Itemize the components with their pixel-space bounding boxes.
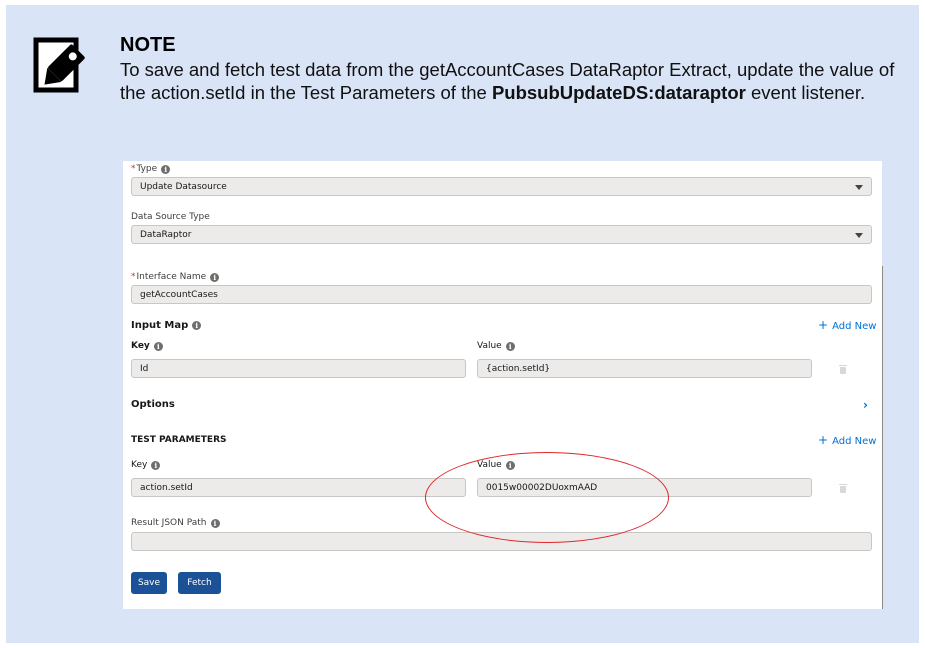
input-map-add-new-button[interactable]: + Add New <box>818 318 876 332</box>
data-source-type-select[interactable]: DataRaptor <box>131 225 872 244</box>
interface-name-label: *Interface Name i <box>131 272 220 282</box>
input-map-key-header: Key i <box>131 341 163 351</box>
note-text: To save and fetch test data from the get… <box>120 59 895 103</box>
chevron-down-icon <box>855 185 863 190</box>
test-parameters-title: TEST PARAMETERS <box>131 435 227 445</box>
plus-icon: + <box>818 318 829 332</box>
input-map-value-header: Value i <box>477 341 515 351</box>
type-select[interactable]: Update Datasource <box>131 177 872 196</box>
fetch-button[interactable]: Fetch <box>178 572 221 594</box>
info-icon[interactable]: i <box>161 164 171 174</box>
info-icon[interactable]: i <box>505 341 515 351</box>
trash-icon[interactable] <box>839 484 847 493</box>
chevron-right-icon[interactable]: › <box>863 398 868 412</box>
options-title[interactable]: Options <box>131 399 175 410</box>
test-parameters-add-new-button[interactable]: + Add New <box>818 433 876 447</box>
trash-icon[interactable] <box>839 365 847 374</box>
save-button[interactable]: Save <box>131 572 167 594</box>
event-listener-name: PubsubUpdateDS:dataraptor <box>491 82 746 103</box>
plus-icon: + <box>818 433 829 447</box>
input-map-key-input[interactable]: Id <box>131 359 466 378</box>
input-map-title: Input Map i <box>131 320 202 331</box>
input-map-value-input[interactable]: {action.setId} <box>477 359 812 378</box>
result-json-path-label: Result JSON Path i <box>131 518 220 528</box>
data-source-type-label: Data Source Type <box>131 212 210 222</box>
form-screenshot: *Type i Update Datasource Data Source Ty… <box>123 161 882 609</box>
info-icon[interactable]: i <box>210 518 220 528</box>
test-parameters-key-header: Key i <box>131 460 161 470</box>
note-title: NOTE <box>120 34 176 56</box>
info-icon[interactable]: i <box>151 460 161 470</box>
note-pencil-icon <box>33 37 85 93</box>
test-parameters-key-input[interactable]: action.setId <box>131 478 466 497</box>
info-icon[interactable]: i <box>192 321 202 330</box>
type-label: *Type i <box>131 164 171 174</box>
interface-name-input[interactable]: getAccountCases <box>131 285 872 304</box>
chevron-down-icon <box>855 233 863 238</box>
highlight-ellipse <box>425 452 669 543</box>
info-icon[interactable]: i <box>210 272 220 282</box>
info-icon[interactable]: i <box>153 341 163 351</box>
